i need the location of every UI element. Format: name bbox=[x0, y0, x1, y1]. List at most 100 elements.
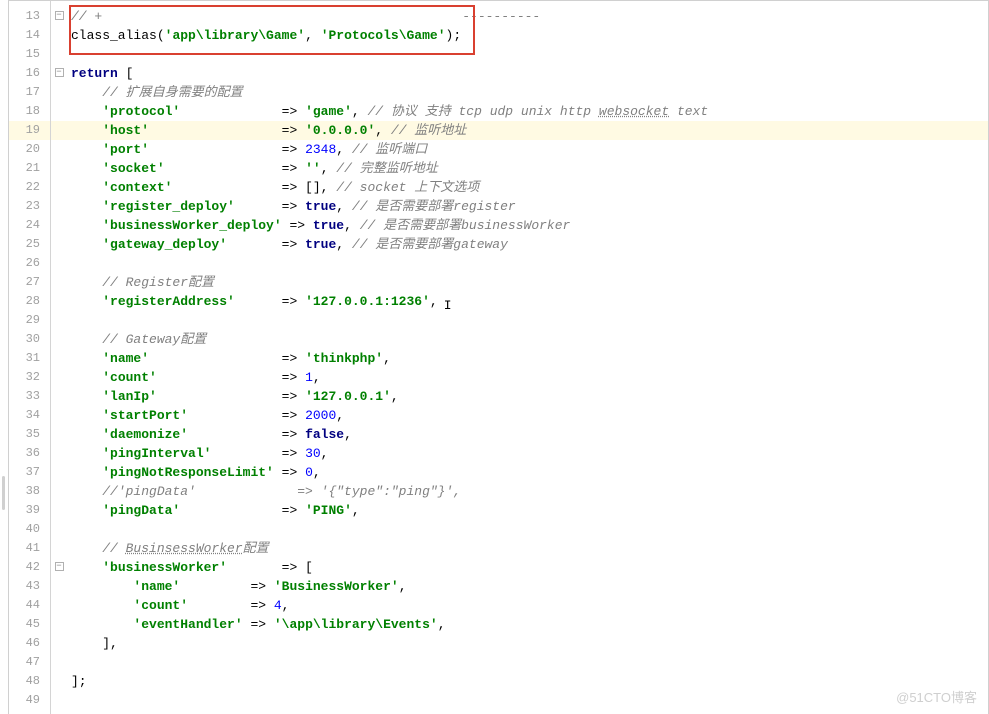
fold-cell[interactable]: − bbox=[51, 64, 67, 83]
fold-cell[interactable]: − bbox=[51, 558, 67, 577]
code-line[interactable]: class_alias('app\library\Game', 'Protoco… bbox=[67, 26, 988, 45]
code-line[interactable]: 'name' => 'thinkphp', bbox=[67, 349, 988, 368]
fold-cell bbox=[51, 83, 67, 102]
fold-collapse-icon[interactable]: − bbox=[55, 562, 64, 571]
code-token: // socket 上下文选项 bbox=[336, 180, 479, 195]
code-editor[interactable]: 1314151617181920212223242526272829303132… bbox=[8, 0, 989, 714]
code-line[interactable]: // Gateway配置 bbox=[67, 330, 988, 349]
line-number: 27 bbox=[9, 273, 50, 292]
fold-cell bbox=[51, 254, 67, 273]
line-number: 38 bbox=[9, 482, 50, 501]
code-line[interactable]: 'pingInterval' => 30, bbox=[67, 444, 988, 463]
code-line[interactable] bbox=[67, 520, 988, 539]
line-number: 25 bbox=[9, 235, 50, 254]
code-token: ---------- bbox=[102, 9, 540, 24]
code-line[interactable]: 'register_deploy' => true, // 是否需要部署regi… bbox=[67, 197, 988, 216]
code-line[interactable]: return [ bbox=[67, 64, 988, 83]
code-token: , bbox=[321, 446, 329, 461]
code-line[interactable]: 'count' => 1, bbox=[67, 368, 988, 387]
line-number: 23 bbox=[9, 197, 50, 216]
line-number: 16 bbox=[9, 64, 50, 83]
code-line[interactable]: // BusinsessWorker配置 bbox=[67, 539, 988, 558]
line-number: 32 bbox=[9, 368, 50, 387]
code-token: '127.0.0.1:1236' bbox=[305, 294, 430, 309]
line-number: 20 bbox=[9, 140, 50, 159]
code-token: => bbox=[180, 579, 274, 594]
code-line[interactable] bbox=[67, 311, 988, 330]
fold-cell bbox=[51, 159, 67, 178]
code-line[interactable]: 'context' => [], // socket 上下文选项 bbox=[67, 178, 988, 197]
code-line[interactable]: 'businessWorker' => [ bbox=[67, 558, 988, 577]
line-number: 40 bbox=[9, 520, 50, 539]
code-line[interactable]: ]; bbox=[67, 672, 988, 691]
fold-cell bbox=[51, 368, 67, 387]
fold-cell bbox=[51, 387, 67, 406]
line-number: 24 bbox=[9, 216, 50, 235]
fold-cell bbox=[51, 501, 67, 520]
code-token bbox=[71, 541, 102, 556]
code-token bbox=[71, 579, 133, 594]
code-line[interactable]: 'name' => 'BusinessWorker', bbox=[67, 577, 988, 596]
code-token: 'pingData' bbox=[102, 503, 180, 518]
code-token: // Register配置 bbox=[102, 275, 214, 290]
code-line[interactable]: 'startPort' => 2000, bbox=[67, 406, 988, 425]
code-line[interactable]: 'port' => 2348, // 监听端口 bbox=[67, 140, 988, 159]
code-line[interactable]: 'protocol' => 'game', // 协议 支持 tcp udp u… bbox=[67, 102, 988, 121]
code-token: 'context' bbox=[102, 180, 172, 195]
code-line[interactable] bbox=[67, 45, 988, 64]
code-line[interactable]: // +---------- bbox=[67, 7, 988, 26]
code-line[interactable]: // 扩展自身需要的配置 bbox=[67, 83, 988, 102]
code-line[interactable] bbox=[67, 653, 988, 672]
code-line[interactable]: 'daemonize' => false, bbox=[67, 425, 988, 444]
code-line[interactable]: // Register配置 bbox=[67, 273, 988, 292]
code-line[interactable]: 'pingNotResponseLimit' => 0, bbox=[67, 463, 988, 482]
code-token: 'thinkphp' bbox=[305, 351, 383, 366]
text-cursor-icon: I bbox=[444, 296, 452, 315]
fold-cell bbox=[51, 463, 67, 482]
code-token: class_alias bbox=[71, 28, 157, 43]
code-token: //'pingData' => '{"type":"ping"}', bbox=[102, 484, 461, 499]
code-line[interactable]: 'lanIp' => '127.0.0.1', bbox=[67, 387, 988, 406]
code-line[interactable] bbox=[67, 691, 988, 710]
code-token: , bbox=[430, 294, 438, 309]
code-token: 'name' bbox=[102, 351, 149, 366]
fold-collapse-icon[interactable]: − bbox=[55, 68, 64, 77]
code-line[interactable]: 'eventHandler' => '\app\library\Events', bbox=[67, 615, 988, 634]
code-token: => bbox=[149, 142, 305, 157]
code-line[interactable]: 'count' => 4, bbox=[67, 596, 988, 615]
code-line[interactable]: 'socket' => '', // 完整监听地址 bbox=[67, 159, 988, 178]
code-token: // 是否需要部署businessWorker bbox=[360, 218, 571, 233]
code-line[interactable]: 'registerAddress' => '127.0.0.1:1236',I bbox=[67, 292, 988, 311]
line-number: 44 bbox=[9, 596, 50, 615]
code-line[interactable]: 'pingData' => 'PING', bbox=[67, 501, 988, 520]
line-number: 15 bbox=[9, 45, 50, 64]
fold-collapse-icon[interactable]: − bbox=[55, 11, 64, 20]
fold-cell bbox=[51, 330, 67, 349]
code-line[interactable] bbox=[67, 254, 988, 273]
code-token bbox=[71, 598, 133, 613]
code-line[interactable]: //'pingData' => '{"type":"ping"}', bbox=[67, 482, 988, 501]
code-token: 30 bbox=[305, 446, 321, 461]
code-line[interactable]: 'businessWorker_deploy' => true, // 是否需要… bbox=[67, 216, 988, 235]
code-token bbox=[71, 389, 102, 404]
code-line[interactable]: ], bbox=[67, 634, 988, 653]
code-line[interactable]: 'gateway_deploy' => true, // 是否需要部署gatew… bbox=[67, 235, 988, 254]
code-token: websocket bbox=[599, 104, 669, 119]
code-token: , bbox=[336, 142, 352, 157]
line-number: 29 bbox=[9, 311, 50, 330]
line-number: 36 bbox=[9, 444, 50, 463]
code-line[interactable]: 'host' => '0.0.0.0', // 监听地址 bbox=[67, 121, 988, 140]
code-token: => bbox=[165, 161, 305, 176]
fold-cell bbox=[51, 273, 67, 292]
code-token: 'startPort' bbox=[102, 408, 188, 423]
line-number: 18 bbox=[9, 102, 50, 121]
code-token: 2348 bbox=[305, 142, 336, 157]
fold-cell bbox=[51, 292, 67, 311]
fold-cell bbox=[51, 216, 67, 235]
fold-cell bbox=[51, 26, 67, 45]
code-area[interactable]: // +----------class_alias('app\library\G… bbox=[67, 1, 988, 714]
fold-cell bbox=[51, 121, 67, 140]
fold-cell[interactable]: − bbox=[51, 7, 67, 26]
line-number: 42 bbox=[9, 558, 50, 577]
scrollbar-thumb[interactable] bbox=[2, 476, 5, 510]
